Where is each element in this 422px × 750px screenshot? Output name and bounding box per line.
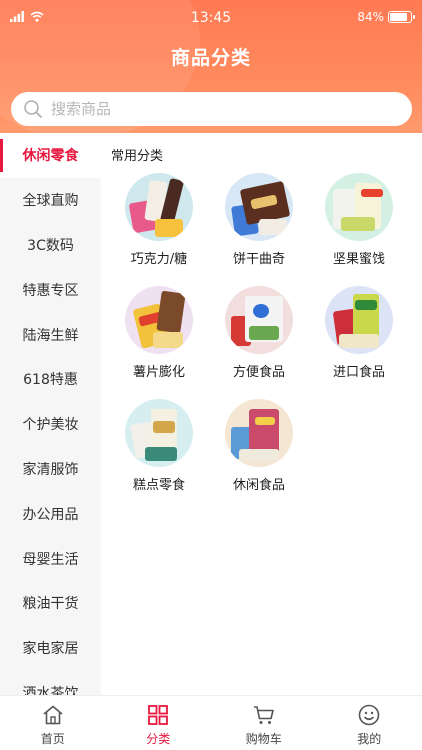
sidebar-item-special-offers[interactable]: 特惠专区 — [0, 267, 101, 312]
category-sidebar: 休闲零食 全球直购 3C数码 特惠专区 陆海生鲜 618特惠 个护美妆 家清服饰… — [0, 133, 101, 695]
tab-home[interactable]: 首页 — [0, 696, 106, 750]
category-chips-puffed[interactable]: 薯片膨化 — [109, 286, 209, 380]
category-content: 常用分类 巧克力/糖 饼干曲奇 坚果蜜饯 薯片膨化 方便食品 进口食品 糕点零食… — [101, 133, 422, 695]
pastry-snack-image — [125, 399, 193, 467]
nuts-dried-fruit-image — [325, 173, 393, 241]
tab-label: 购物车 — [245, 732, 282, 746]
sidebar-item-drinks[interactable]: 酒水茶饮 — [0, 671, 101, 695]
battery-fill — [390, 13, 407, 21]
home-icon — [43, 705, 63, 725]
category-label: 糕点零食 — [132, 478, 185, 493]
sidebar-item-baby[interactable]: 母婴生活 — [0, 536, 101, 581]
sidebar-item-label: 个护美妆 — [22, 417, 79, 434]
header: 13:45 84% 商品分类 — [0, 0, 422, 133]
sidebar-item-label: 母婴生活 — [22, 551, 79, 568]
sidebar-item-label: 办公用品 — [22, 506, 79, 523]
leisure-food-image — [225, 399, 293, 467]
tab-label: 分类 — [146, 732, 171, 746]
tab-profile[interactable]: 我的 — [317, 696, 422, 750]
search-input[interactable] — [51, 100, 381, 118]
category-nuts-dried-fruit[interactable]: 坚果蜜饯 — [309, 173, 409, 267]
sidebar-item-label: 家清服饰 — [22, 461, 79, 478]
category-chocolate-candy[interactable]: 巧克力/糖 — [109, 173, 209, 267]
sidebar-item-fresh[interactable]: 陆海生鲜 — [0, 312, 101, 357]
sidebar-item-label: 酒水茶饮 — [22, 685, 79, 695]
battery-percent: 84% — [357, 10, 384, 24]
sidebar-item-label: 粮油干货 — [22, 596, 79, 613]
sidebar-item-office[interactable]: 办公用品 — [0, 491, 101, 536]
category-label: 进口食品 — [332, 365, 385, 380]
category-label: 巧克力/糖 — [130, 252, 188, 267]
sidebar-item-global[interactable]: 全球直购 — [0, 178, 101, 223]
chocolate-candy-image — [125, 173, 193, 241]
sidebar-item-label: 陆海生鲜 — [22, 327, 79, 344]
category-label: 饼干曲奇 — [232, 252, 285, 267]
sidebar-item-label: 特惠专区 — [22, 282, 79, 299]
page-title: 商品分类 — [170, 47, 251, 69]
battery-icon — [388, 11, 415, 23]
category-pastry-snack[interactable]: 糕点零食 — [109, 399, 209, 493]
search-bar[interactable] — [11, 92, 412, 126]
sidebar-item-beauty[interactable]: 个护美妆 — [0, 402, 101, 447]
sidebar-item-snacks[interactable]: 休闲零食 — [0, 133, 101, 178]
category-biscuit-cookie[interactable]: 饼干曲奇 — [209, 173, 309, 267]
category-leisure-food[interactable]: 休闲食品 — [209, 399, 309, 493]
tab-label: 首页 — [40, 732, 65, 746]
biscuit-cookie-image — [225, 173, 293, 241]
cart-icon — [253, 706, 274, 724]
smile-profile-icon — [358, 704, 380, 726]
category-label: 坚果蜜饯 — [332, 252, 385, 267]
sidebar-item-household[interactable]: 家清服饰 — [0, 447, 101, 492]
sidebar-item-appliances[interactable]: 家电家居 — [0, 626, 101, 671]
tab-category[interactable]: 分类 — [106, 696, 212, 750]
sidebar-item-label: 休闲零食 — [22, 148, 79, 165]
instant-food-image — [225, 286, 293, 354]
battery-indicator: 84% — [357, 10, 415, 24]
bottom-tab-bar: 首页 分类 购物车 我的 — [0, 695, 422, 750]
imported-food-image — [325, 286, 393, 354]
category-label: 薯片膨化 — [132, 365, 185, 380]
sidebar-item-label: 3C数码 — [27, 237, 74, 254]
category-imported-food[interactable]: 进口食品 — [309, 286, 409, 380]
sidebar-item-label: 全球直购 — [22, 193, 79, 210]
category-instant-food[interactable]: 方便食品 — [209, 286, 309, 380]
sidebar-item-label: 618特惠 — [23, 372, 78, 389]
tab-cart[interactable]: 购物车 — [211, 696, 317, 750]
section-title: 常用分类 — [111, 149, 164, 164]
category-label: 方便食品 — [232, 365, 285, 380]
search-icon — [24, 100, 42, 118]
sidebar-item-618[interactable]: 618特惠 — [0, 357, 101, 402]
chips-puffed-snack-image — [125, 286, 193, 354]
tab-label: 我的 — [357, 732, 382, 746]
category-label: 休闲食品 — [232, 478, 285, 493]
sidebar-item-label: 家电家居 — [22, 641, 79, 658]
status-bar: 13:45 84% — [0, 0, 422, 34]
category-grid-icon — [148, 705, 169, 725]
sidebar-item-3c-digital[interactable]: 3C数码 — [0, 223, 101, 268]
sidebar-item-grains[interactable]: 粮油干货 — [0, 581, 101, 626]
